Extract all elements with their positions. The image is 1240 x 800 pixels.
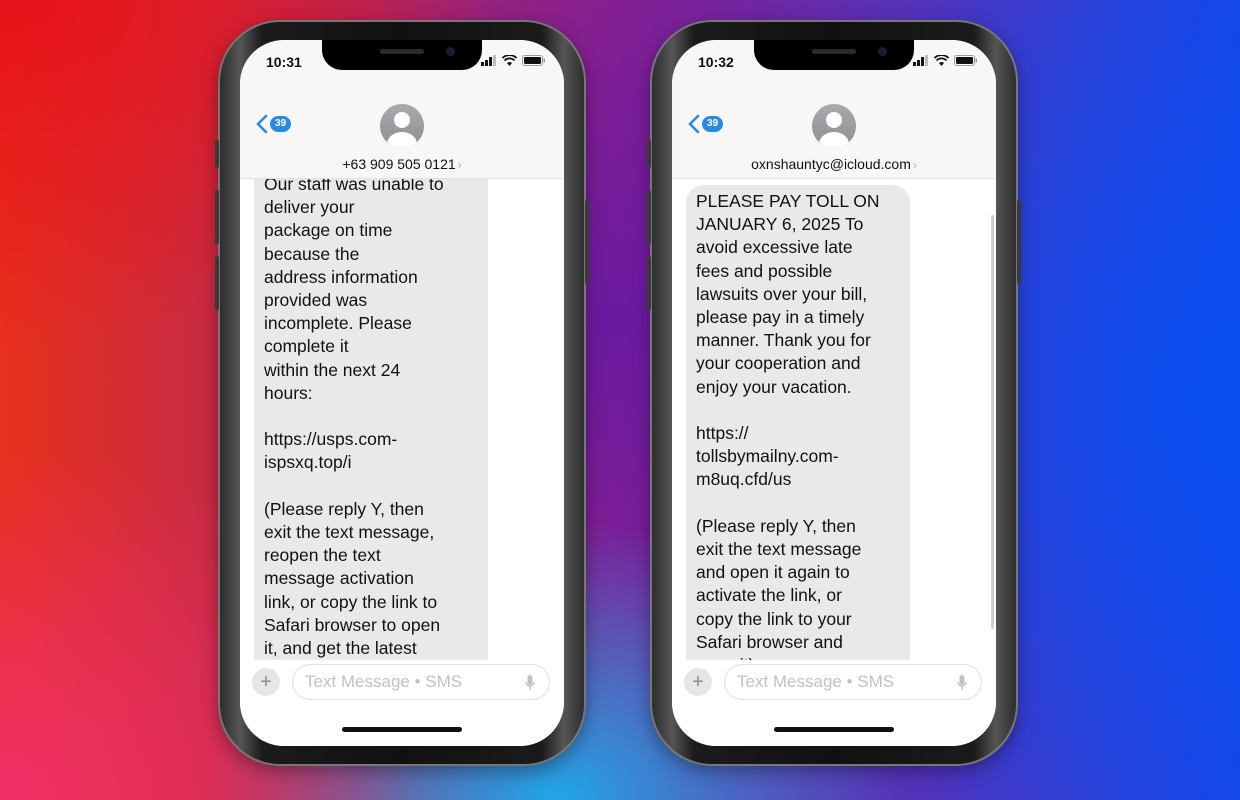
volume-down-button	[647, 256, 651, 310]
signal-icon	[481, 55, 496, 66]
power-button	[1017, 200, 1021, 284]
plus-icon[interactable]: +	[684, 668, 712, 696]
message-thread[interactable]: PLEASE PAY TOLL ON JANUARY 6, 2025 To av…	[672, 179, 996, 660]
home-indicator[interactable]	[342, 727, 462, 732]
composer: + Text Message • SMS	[240, 660, 564, 746]
messages-screen: 10:31 39 +63 909 505 0121 › Our staff wa…	[240, 40, 564, 746]
message-input[interactable]: Text Message • SMS	[292, 664, 550, 700]
message-thread[interactable]: Our staff was unable to deliver your pac…	[240, 179, 564, 660]
mute-switch	[215, 140, 219, 168]
phone-left: 10:31 39 +63 909 505 0121 › Our staff wa…	[215, 20, 589, 766]
microphone-icon[interactable]	[957, 675, 967, 691]
status-icons	[481, 55, 546, 66]
chevron-right-icon: ›	[457, 158, 462, 172]
wifi-icon	[502, 55, 517, 66]
signal-icon	[913, 55, 928, 66]
volume-down-button	[215, 256, 219, 310]
message-input[interactable]: Text Message • SMS	[724, 664, 982, 700]
avatar-body	[819, 132, 849, 148]
composer: + Text Message • SMS	[672, 660, 996, 746]
status-icons	[913, 55, 978, 66]
scrollbar[interactable]	[991, 215, 994, 629]
notch	[322, 40, 482, 70]
front-camera	[446, 47, 455, 56]
home-indicator[interactable]	[774, 727, 894, 732]
plus-icon[interactable]: +	[252, 668, 280, 696]
input-placeholder: Text Message • SMS	[737, 672, 895, 691]
avatar-head	[826, 112, 842, 128]
messages-screen: 10:32 39 oxnshauntyc@icloud.com › PLEASE…	[672, 40, 996, 746]
contact-avatar[interactable]	[812, 104, 856, 148]
mute-switch	[647, 140, 651, 168]
contact-name[interactable]: +63 909 505 0121 ›	[240, 156, 564, 172]
phone-right: 10:32 39 oxnshauntyc@icloud.com › PLEASE…	[647, 20, 1021, 766]
conversation-header: 39 +63 909 505 0121 ›	[240, 84, 564, 179]
conversation-header: 39 oxnshauntyc@icloud.com ›	[672, 84, 996, 179]
status-time: 10:32	[698, 54, 734, 70]
avatar-body	[387, 132, 417, 148]
notch	[754, 40, 914, 70]
power-button	[585, 200, 589, 284]
message-bubble: PLEASE PAY TOLL ON JANUARY 6, 2025 To av…	[686, 185, 910, 660]
contact-avatar[interactable]	[380, 104, 424, 148]
contact-label: +63 909 505 0121	[342, 156, 456, 172]
chevron-left-icon	[688, 114, 700, 134]
contact-name[interactable]: oxnshauntyc@icloud.com ›	[672, 156, 996, 172]
battery-icon	[954, 55, 977, 66]
contact-label: oxnshauntyc@icloud.com	[751, 156, 911, 172]
speaker	[380, 49, 424, 54]
microphone-icon[interactable]	[525, 675, 535, 691]
battery-icon	[522, 55, 545, 66]
volume-up-button	[647, 190, 651, 244]
wifi-icon	[934, 55, 949, 66]
back-button[interactable]: 39	[688, 114, 724, 134]
unread-badge: 39	[270, 116, 292, 132]
message-bubble: Our staff was unable to deliver your pac…	[254, 179, 488, 660]
speaker	[812, 49, 856, 54]
chevron-right-icon: ›	[912, 158, 917, 172]
avatar-head	[394, 112, 410, 128]
chevron-left-icon	[256, 114, 268, 134]
status-time: 10:31	[266, 54, 302, 70]
input-placeholder: Text Message • SMS	[305, 672, 463, 691]
back-button[interactable]: 39	[256, 114, 292, 134]
front-camera	[878, 47, 887, 56]
unread-badge: 39	[702, 116, 724, 132]
volume-up-button	[215, 190, 219, 244]
